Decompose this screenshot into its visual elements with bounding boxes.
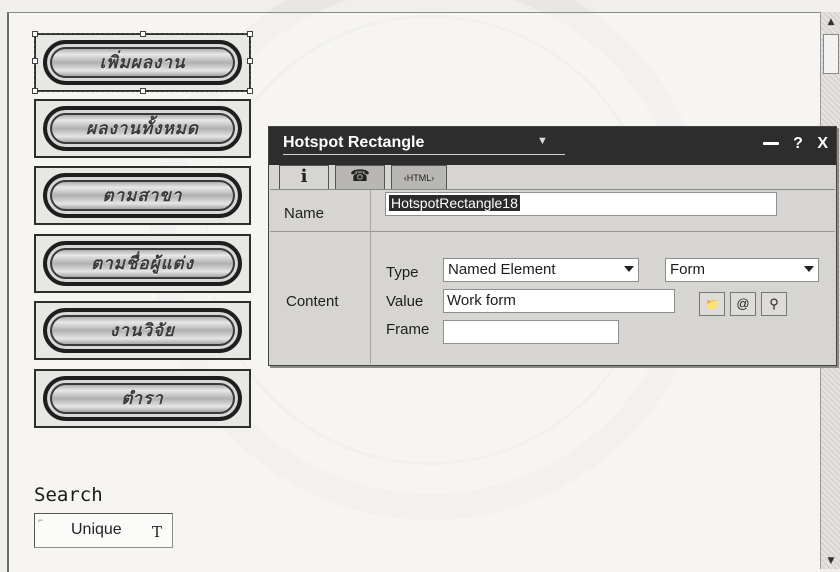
behaviors-icon: ☎ bbox=[350, 168, 370, 185]
dropdown-arrow-icon bbox=[624, 266, 634, 272]
value-field[interactable]: Work form bbox=[443, 289, 675, 313]
nav-button-all-works[interactable]: ผลงานทั้งหมด bbox=[34, 99, 251, 158]
resize-handle[interactable] bbox=[140, 31, 146, 37]
search-input-value: Unique bbox=[71, 521, 122, 538]
resize-handle[interactable] bbox=[247, 58, 253, 64]
name-field[interactable]: HotspotRectangle18 bbox=[385, 192, 777, 216]
pill-graphic: ตามสาขา bbox=[43, 173, 242, 218]
email-link-button[interactable]: @ bbox=[730, 292, 756, 316]
close-button[interactable]: X bbox=[817, 135, 828, 152]
folder-icon: 📁 bbox=[705, 299, 719, 311]
type-label: Type bbox=[386, 264, 419, 281]
info-icon: i bbox=[300, 166, 308, 187]
link-icon: ⚲ bbox=[769, 296, 779, 311]
titlebar-controls: ? X bbox=[753, 135, 828, 153]
resize-handle[interactable] bbox=[140, 88, 146, 94]
content-label: Content bbox=[286, 293, 339, 310]
resize-handle[interactable] bbox=[247, 31, 253, 37]
nav-button-label: ตามสาขา bbox=[102, 186, 183, 206]
dropdown-arrow-icon bbox=[804, 266, 814, 272]
nav-button-by-author[interactable]: ตามชื่อผู้แต่ง bbox=[34, 234, 251, 293]
tab-info[interactable]: i bbox=[279, 165, 329, 190]
value-field-value: Work form bbox=[447, 292, 516, 309]
nav-button-label: ตามชื่อผู้แต่ง bbox=[91, 254, 194, 274]
browse-folder-button[interactable]: 📁 bbox=[699, 292, 725, 316]
help-button[interactable]: ? bbox=[793, 135, 803, 152]
pill-graphic: ผลงานทั้งหมด bbox=[43, 106, 242, 151]
inspector-titlebar[interactable]: Hotspot Rectangle ▼ ? X bbox=[269, 127, 836, 165]
scroll-up-icon[interactable]: ▲ bbox=[823, 14, 839, 30]
name-field-value: HotspotRectangle18 bbox=[389, 195, 520, 211]
nav-button-label: ตำรา bbox=[121, 389, 164, 409]
frame-label: Frame bbox=[386, 321, 430, 338]
resize-handle[interactable] bbox=[32, 31, 38, 37]
tab-behaviors[interactable]: ☎ bbox=[335, 165, 385, 189]
nav-button-add-work[interactable]: เพิ่มผลงาน bbox=[32, 31, 253, 94]
html-icon: ‹HTML› bbox=[403, 173, 435, 183]
scroll-down-icon[interactable]: ▼ bbox=[823, 555, 839, 567]
nav-button-textbook[interactable]: ตำรา bbox=[34, 369, 251, 428]
pill-graphic: เพิ่มผลงาน bbox=[43, 40, 242, 85]
nav-button-label: ผลงานทั้งหมด bbox=[86, 119, 199, 139]
search-label: Search bbox=[34, 484, 103, 506]
link-type-value: Named Element bbox=[448, 261, 556, 278]
element-type-value: Form bbox=[670, 261, 705, 278]
inspector-title: Hotspot Rectangle bbox=[283, 134, 425, 151]
title-underline bbox=[283, 154, 565, 155]
value-label: Value bbox=[386, 293, 424, 310]
resize-handle[interactable] bbox=[247, 88, 253, 94]
scroll-thumb[interactable] bbox=[823, 34, 839, 74]
point-to-file-button[interactable]: ⚲ bbox=[761, 292, 787, 316]
pill-graphic: ตามชื่อผู้แต่ง bbox=[43, 241, 242, 286]
text-type-icon: T bbox=[151, 523, 162, 541]
element-type-select[interactable]: Form bbox=[665, 258, 819, 282]
resize-handle[interactable] bbox=[32, 58, 38, 64]
link-type-select[interactable]: Named Element bbox=[443, 258, 639, 282]
search-input[interactable]: ⌐ Unique T bbox=[34, 513, 173, 548]
resize-handle[interactable] bbox=[32, 88, 38, 94]
nav-button-label: เพิ่มผลงาน bbox=[99, 53, 186, 73]
name-label: Name bbox=[284, 205, 325, 222]
frame-field[interactable] bbox=[443, 320, 619, 344]
pill-graphic: งานวิจัย bbox=[43, 308, 242, 353]
collapse-icon[interactable] bbox=[762, 142, 779, 146]
nav-button-by-department[interactable]: ตามสาขา bbox=[34, 166, 251, 225]
corner-mark-icon: ⌐ bbox=[38, 515, 44, 525]
panel-menu-icon[interactable]: ▼ bbox=[537, 135, 548, 147]
pill-graphic: ตำรา bbox=[43, 376, 242, 421]
nav-button-research[interactable]: งานวิจัย bbox=[34, 301, 251, 360]
nav-button-label: งานวิจัย bbox=[110, 321, 175, 341]
column-divider bbox=[370, 190, 371, 364]
property-inspector[interactable]: Hotspot Rectangle ▼ ? X i ☎ ‹HTML› Name … bbox=[268, 126, 837, 366]
tab-html[interactable]: ‹HTML› bbox=[391, 165, 447, 189]
at-sign-icon: @ bbox=[736, 296, 750, 311]
